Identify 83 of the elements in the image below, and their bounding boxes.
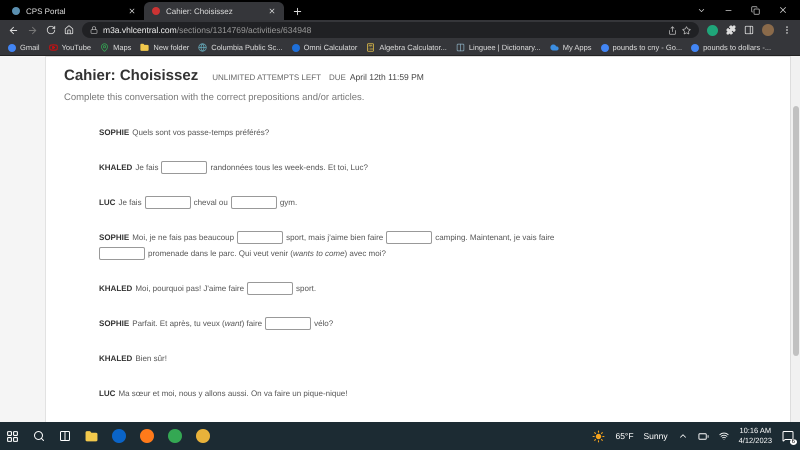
folder-icon[interactable] — [85, 430, 98, 442]
reload-icon[interactable] — [46, 25, 56, 35]
dialogue-text: Moi, pourquoi pas! J'aime faire — [135, 284, 244, 293]
cloud-icon — [550, 43, 559, 52]
restore-icon[interactable] — [751, 6, 760, 14]
dialogue-text: vélo? — [314, 319, 334, 328]
notifications-icon[interactable] — [782, 430, 794, 442]
speaker-name: SOPHIE — [99, 319, 130, 328]
map-pin-icon — [100, 43, 110, 52]
circle-icon — [292, 44, 300, 52]
back-icon[interactable] — [8, 24, 19, 36]
extension-icon[interactable] — [707, 24, 718, 36]
instructions: Complete this conversation with the correct prepositions and/or articles. — [64, 92, 366, 103]
google-icon — [600, 44, 609, 52]
speaker-name: KHALED — [99, 354, 132, 363]
answer-field[interactable] — [386, 231, 432, 244]
close-icon[interactable] — [268, 7, 276, 15]
answer-field[interactable] — [161, 161, 208, 174]
side-panel-icon[interactable] — [744, 25, 754, 35]
share-icon[interactable] — [668, 26, 677, 34]
globe-icon — [198, 43, 208, 52]
answer-field[interactable] — [230, 196, 277, 210]
speaker-name: SOPHIE — [99, 233, 130, 242]
search-icon[interactable] — [33, 430, 45, 442]
close-icon[interactable] — [128, 7, 136, 15]
scrollbar-thumb[interactable] — [792, 106, 798, 356]
browser-app-icon[interactable] — [196, 429, 210, 443]
speaker-name: KHALED — [99, 284, 132, 293]
weather-condition: Sunny — [644, 431, 668, 441]
answer-field[interactable] — [237, 231, 284, 244]
windows-icon[interactable] — [6, 430, 19, 442]
site-icon — [152, 7, 160, 15]
site-icon — [12, 7, 20, 15]
wifi-icon[interactable] — [718, 431, 729, 441]
home-icon[interactable] — [64, 25, 74, 35]
dialogue-text: randonnées tous les week-ends. Et toi, Luc? — [210, 163, 368, 172]
dialogue-text: Je fais — [118, 198, 142, 207]
folder-icon — [140, 43, 150, 52]
speaker-name: KHALED — [99, 163, 132, 172]
dialogue-text: gym. — [280, 198, 298, 207]
new-tab-icon[interactable] — [292, 6, 303, 17]
close-icon[interactable] — [778, 5, 788, 15]
dialogue-text: promenade dans le parc. Qui veut venir (wants to come) avec moi? — [148, 249, 386, 258]
speaker-name: LUC — [99, 389, 116, 398]
puzzle-icon[interactable] — [726, 25, 736, 35]
speaker-name: LUC — [99, 198, 116, 207]
battery-icon[interactable] — [698, 430, 709, 442]
answer-field[interactable] — [265, 317, 312, 330]
dialogue-text: Moi, je ne fais pas beaucoup — [132, 233, 234, 242]
dialogue-text: Quels sont vos passe-temps préférés? — [132, 128, 270, 137]
lock-icon — [90, 26, 98, 34]
temperature: 65°F — [615, 431, 634, 441]
sun-icon — [592, 430, 606, 442]
forward-icon[interactable] — [27, 24, 38, 36]
due-date: April 12th 11:59 PM — [350, 72, 424, 82]
google-icon — [691, 44, 700, 52]
calculator-icon — [366, 43, 376, 52]
mail-app-icon[interactable] — [112, 429, 126, 443]
answer-field[interactable] — [247, 282, 294, 296]
dialogue-text: camping. Maintenant, je vais faire — [435, 233, 554, 242]
google-icon — [8, 44, 16, 52]
answer-field[interactable] — [144, 196, 191, 210]
answer-field[interactable] — [99, 247, 145, 260]
browser-app-icon[interactable] — [140, 429, 154, 443]
dialogue-text: sport, mais j'aime bien faire — [286, 233, 384, 242]
browser-app-icon[interactable] — [168, 429, 182, 443]
dialogue-text: Bien sûr! — [135, 354, 167, 363]
due-label: DUE — [328, 73, 346, 82]
task-view-icon[interactable] — [59, 430, 71, 442]
star-icon[interactable] — [682, 26, 691, 34]
attempts-label: UNLIMITED ATTEMPTS LEFT — [212, 73, 321, 82]
dialogue-text: sport. — [296, 284, 316, 293]
dialogue-text: Je fais — [135, 163, 158, 172]
speaker-name: SOPHIE — [99, 128, 130, 137]
dialogue-text: Parfait. Et après, tu veux (want) faire — [132, 319, 262, 328]
activity-title: Cahier: Choisissez — [64, 67, 198, 84]
play-icon — [48, 43, 58, 52]
address-bar[interactable]: m3a.vhlcentral.com/sections/1314769/activities/634948 — [82, 22, 699, 38]
browser-tab[interactable]: CPS Portal — [4, 2, 144, 20]
dialogue-text: cheval ou — [194, 198, 228, 207]
browser-tab[interactable]: Cahier: Choisissez — [144, 2, 284, 20]
dialogue-text: Ma sœur et moi, nous y allons aussi. On va faire un pique-nique! — [118, 389, 348, 398]
avatar[interactable] — [762, 24, 774, 36]
